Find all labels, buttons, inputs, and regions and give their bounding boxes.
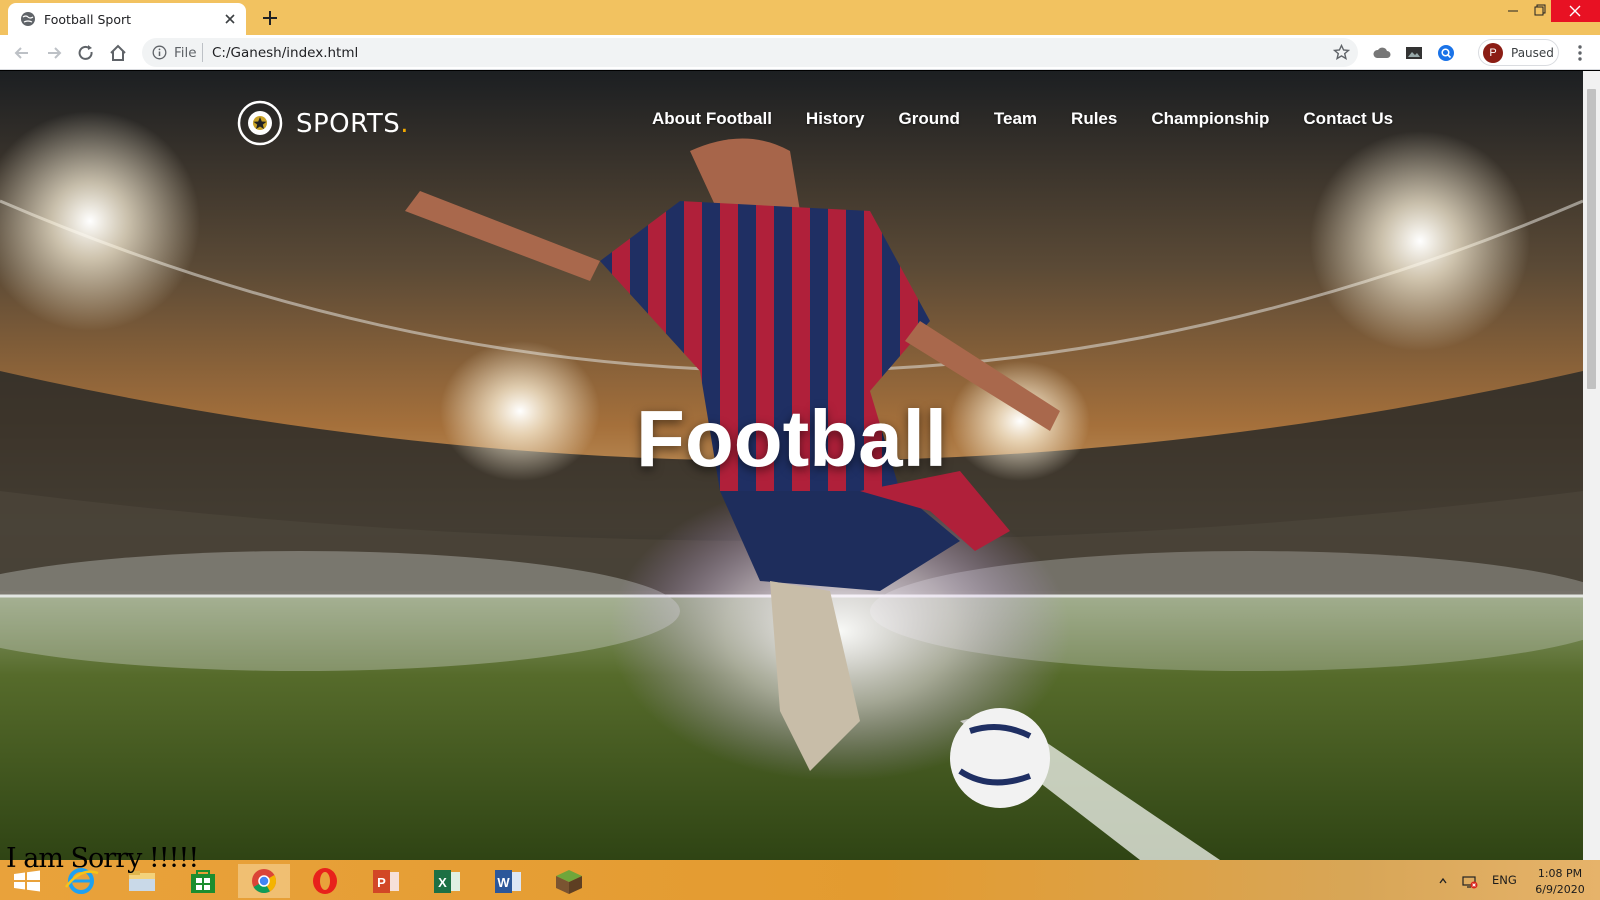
- cloud-extension-icon[interactable]: [1372, 43, 1392, 63]
- address-bar[interactable]: File C:/Ganesh/index.html: [142, 38, 1358, 67]
- nav-contact-us[interactable]: Contact Us: [1303, 109, 1393, 133]
- bookmark-star-icon[interactable]: [1333, 44, 1350, 61]
- browser-title-bar: Football Sport: [0, 0, 1600, 35]
- tab-title: Football Sport: [44, 12, 132, 27]
- close-tab-icon[interactable]: [222, 11, 238, 27]
- opera-icon[interactable]: [298, 863, 352, 899]
- nav-rules[interactable]: Rules: [1071, 109, 1117, 133]
- excel-icon[interactable]: X: [420, 863, 474, 899]
- hero-title: Football: [635, 394, 948, 483]
- svg-text:P: P: [377, 875, 386, 890]
- page-scrollbar[interactable]: [1583, 71, 1600, 860]
- svg-text:W: W: [497, 875, 510, 890]
- url-scheme: File: [174, 45, 197, 61]
- page-viewport: SPORTS. About Football History Ground Te…: [0, 71, 1583, 860]
- site-brand-text: SPORTS: [296, 109, 401, 139]
- site-brand[interactable]: SPORTS.: [296, 109, 409, 139]
- nav-team[interactable]: Team: [994, 109, 1037, 133]
- new-tab-icon[interactable]: [260, 8, 280, 28]
- profile-button[interactable]: P Paused: [1478, 39, 1559, 66]
- language-indicator[interactable]: ENG: [1492, 873, 1517, 887]
- nav-championship[interactable]: Championship: [1151, 109, 1269, 133]
- home-icon[interactable]: [108, 43, 128, 63]
- svg-text:X: X: [438, 875, 447, 890]
- browser-tab[interactable]: Football Sport: [8, 3, 246, 35]
- site-brand-dot: .: [400, 109, 409, 139]
- browser-toolbar: File C:/Ganesh/index.html P Paused: [0, 35, 1600, 70]
- nav-about-football[interactable]: About Football: [652, 109, 772, 133]
- menu-icon[interactable]: [1570, 43, 1590, 63]
- network-icon[interactable]: [1461, 874, 1479, 890]
- info-icon[interactable]: [152, 45, 167, 60]
- clock-time[interactable]: 1:08 PM: [1533, 867, 1587, 880]
- word-icon[interactable]: W: [481, 863, 535, 899]
- overlay-caption: I am Sorry !!!!!: [6, 843, 199, 874]
- url-text[interactable]: C:/Ganesh/index.html: [212, 45, 358, 61]
- reload-icon[interactable]: [76, 43, 96, 63]
- scrollbar-thumb[interactable]: [1587, 89, 1596, 389]
- forward-icon[interactable]: [44, 43, 64, 63]
- avatar: P: [1483, 43, 1503, 63]
- globe-icon: [21, 12, 35, 26]
- profile-status: Paused: [1511, 46, 1554, 60]
- back-icon[interactable]: [12, 43, 32, 63]
- nav-history[interactable]: History: [806, 109, 865, 133]
- clock-date[interactable]: 6/9/2020: [1533, 883, 1587, 896]
- minecraft-icon[interactable]: [542, 863, 596, 899]
- site-navigation: About Football History Ground Team Rules…: [652, 109, 1427, 133]
- nav-ground[interactable]: Ground: [899, 109, 960, 133]
- club-logo-icon[interactable]: [236, 99, 284, 147]
- chevron-up-icon[interactable]: [1438, 876, 1448, 886]
- search-extension-icon[interactable]: [1436, 43, 1456, 63]
- image-extension-icon[interactable]: [1404, 43, 1424, 63]
- powerpoint-icon[interactable]: P: [359, 863, 413, 899]
- chrome-icon[interactable]: [237, 863, 291, 899]
- url-divider: [202, 43, 203, 62]
- window-close-icon[interactable]: [1551, 0, 1600, 22]
